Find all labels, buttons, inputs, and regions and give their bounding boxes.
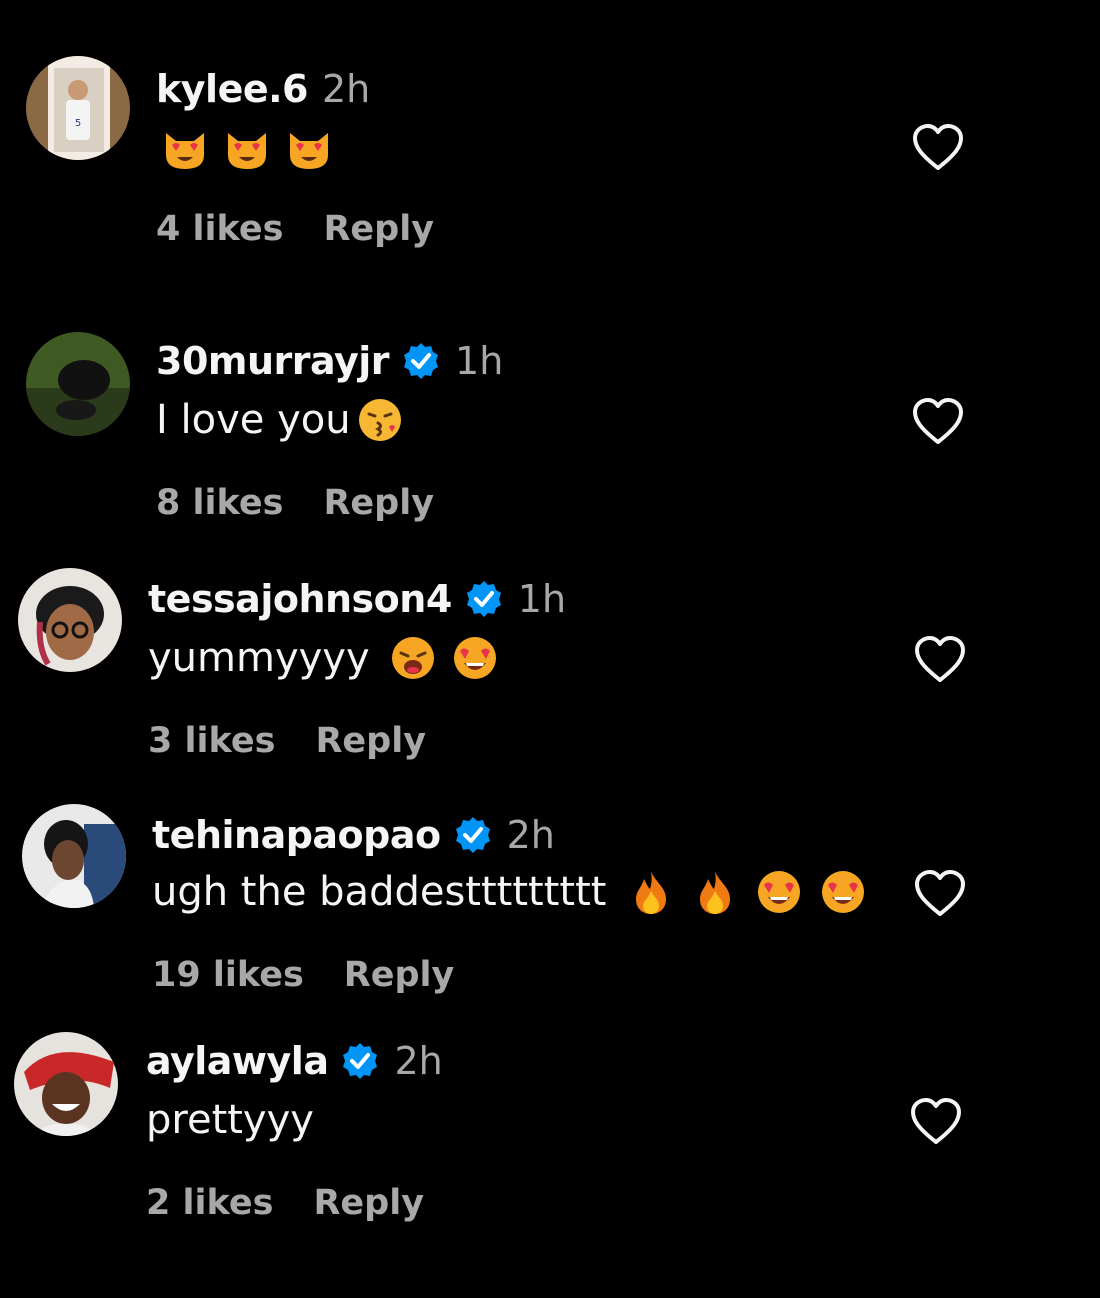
like-heart-icon[interactable]: [914, 636, 966, 684]
timestamp: 2h: [322, 67, 371, 111]
fire-icon: [692, 869, 738, 915]
svg-text:5: 5: [75, 118, 81, 129]
reply-button[interactable]: Reply: [315, 721, 426, 761]
like-count[interactable]: 4 likes: [156, 209, 283, 249]
comment-body: yummyyyy: [148, 635, 370, 681]
avatar[interactable]: [18, 568, 122, 672]
username[interactable]: tessajohnson4: [148, 577, 452, 621]
comment-text: ugh the baddesttttttttt: [152, 864, 866, 920]
username[interactable]: aylawyla: [146, 1039, 329, 1083]
like-count[interactable]: 3 likes: [148, 721, 275, 761]
username[interactable]: tehinapaopao: [152, 813, 441, 857]
reply-button[interactable]: Reply: [323, 483, 434, 523]
heart-eyes-cat-icon: [162, 125, 208, 171]
comment-text: prettyyy: [146, 1092, 314, 1148]
heart-eyes-face-icon: [820, 869, 866, 915]
comment-body: prettyyy: [146, 1097, 314, 1143]
comment-text: yummyyyy: [148, 630, 498, 686]
like-count[interactable]: 8 likes: [156, 483, 283, 523]
reply-button[interactable]: Reply: [313, 1183, 424, 1223]
heart-eyes-cat-icon: [224, 125, 270, 171]
heart-eyes-cat-icon: [286, 125, 332, 171]
timestamp: 2h: [394, 1039, 443, 1083]
like-heart-icon[interactable]: [912, 398, 964, 446]
avatar[interactable]: [14, 1032, 118, 1136]
comment-body: ugh the baddesttttttttt: [152, 869, 607, 915]
like-heart-icon[interactable]: [910, 1098, 962, 1146]
timestamp: 2h: [506, 813, 555, 857]
username[interactable]: kylee.6: [156, 67, 309, 111]
verified-badge-icon: [453, 815, 493, 855]
comment-text: [162, 120, 332, 176]
username[interactable]: 30murrayjr: [156, 339, 390, 383]
like-count[interactable]: 19 likes: [152, 955, 304, 995]
fire-icon: [628, 869, 674, 915]
verified-badge-icon: [464, 579, 504, 619]
like-count[interactable]: 2 likes: [146, 1183, 273, 1223]
timestamp: 1h: [455, 339, 504, 383]
avatar[interactable]: 5: [26, 56, 130, 160]
verified-badge-icon: [401, 341, 441, 381]
comment-text: I love you: [156, 392, 403, 448]
heart-eyes-face-icon: [756, 869, 802, 915]
timestamp: 1h: [517, 577, 567, 621]
verified-badge-icon: [340, 1041, 380, 1081]
weary-face-icon: [390, 635, 436, 681]
reply-button[interactable]: Reply: [323, 209, 434, 249]
comment-body: I love you: [156, 397, 351, 443]
like-heart-icon[interactable]: [914, 870, 966, 918]
avatar[interactable]: [22, 804, 126, 908]
reply-button[interactable]: Reply: [344, 955, 455, 995]
avatar[interactable]: [26, 332, 130, 436]
kissing-face-icon: [357, 397, 403, 443]
heart-eyes-face-icon: [452, 635, 498, 681]
like-heart-icon[interactable]: [912, 124, 964, 172]
